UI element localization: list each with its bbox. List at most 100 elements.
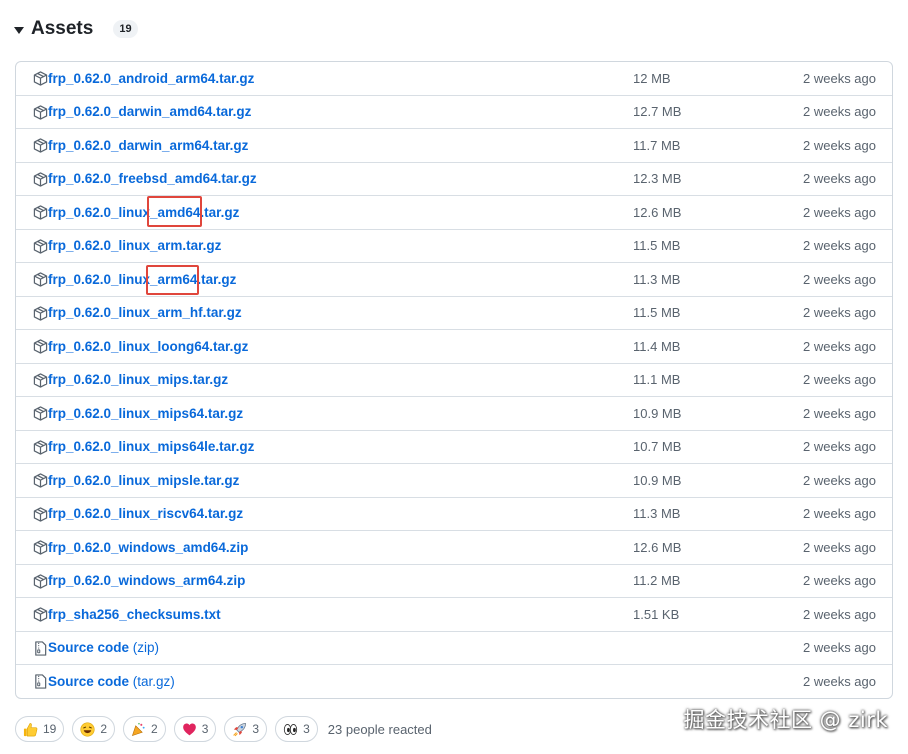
reaction-count: 3: [201, 722, 209, 736]
asset-download-link[interactable]: Source code (zip): [48, 640, 159, 655]
asset-size: 1.51 KB: [633, 606, 680, 622]
asset-updated-time: 2 weeks ago: [803, 405, 876, 421]
asset-row: frp_0.62.0_linux_amd64.tar.gz 12.6 MB 2 we…: [16, 196, 892, 230]
asset-name[interactable]: frp_0.62.0_linux_amd64.tar.gz: [48, 205, 239, 220]
asset-updated-time: 2 weeks ago: [803, 606, 876, 622]
asset-size: 12.6 MB: [633, 204, 682, 220]
reaction-button[interactable]: 3: [275, 716, 318, 742]
asset-row: frp_0.62.0_linux_loong64.tar.gz 11.4 MB 2 …: [16, 330, 892, 364]
reaction-button[interactable]: 3: [224, 716, 268, 742]
asset-row: frp_0.62.0_windows_arm64.zip 11.2 MB 2 wee…: [16, 565, 892, 598]
file-zip-icon: [33, 640, 48, 656]
asset-size: 12.7 MB: [633, 104, 682, 120]
asset-download-link[interactable]: frp_0.62.0_linux_mips.tar.gz: [48, 372, 228, 387]
asset-updated-time: 2 weeks ago: [803, 472, 876, 488]
asset-download-link[interactable]: Source code (tar.gz): [48, 674, 175, 689]
asset-updated-time: 2 weeks ago: [803, 204, 876, 220]
package-icon: [33, 607, 48, 622]
asset-name[interactable]: Source code: [48, 640, 129, 655]
asset-row: frp_0.62.0_linux_mips64le.tar.gz 10.7 MB 2…: [16, 431, 892, 464]
asset-download-link[interactable]: frp_0.62.0_linux_arm.tar.gz: [48, 238, 221, 253]
asset-updated-time: 2 weeks ago: [803, 539, 876, 555]
asset-name[interactable]: frp_0.62.0_windows_amd64.zip: [48, 540, 248, 555]
asset-name[interactable]: frp_0.62.0_darwin_amd64.tar.gz: [48, 104, 251, 119]
asset-updated-time: 2 weeks ago: [803, 506, 876, 522]
asset-name-suffix[interactable]: (tar.gz): [129, 674, 175, 689]
asset-download-link[interactable]: frp_0.62.0_android_arm64.tar.gz: [48, 71, 254, 86]
file-zip-icon: [33, 674, 48, 689]
hooray-icon: [131, 722, 146, 737]
asset-download-link[interactable]: frp_0.62.0_linux_loong64.tar.gz: [48, 339, 248, 354]
asset-download-link[interactable]: frp_0.62.0_linux_arm64.tar.gz: [48, 272, 236, 287]
asset-row: frp_0.62.0_windows_amd64.zip 12.6 MB 2 wee…: [16, 531, 892, 565]
asset-updated-time: 2 weeks ago: [803, 171, 876, 187]
asset-row: frp_0.62.0_darwin_amd64.tar.gz 12.7 MB 2 w…: [16, 96, 892, 129]
asset-updated-time: 2 weeks ago: [803, 372, 876, 388]
asset-name[interactable]: frp_0.62.0_linux_loong64.tar.gz: [48, 339, 248, 354]
package-icon: [33, 138, 48, 153]
asset-download-link[interactable]: frp_0.62.0_linux_arm_hf.tar.gz: [48, 305, 242, 320]
asset-updated-time: 2 weeks ago: [803, 104, 876, 120]
asset-name[interactable]: frp_0.62.0_linux_mipsle.tar.gz: [48, 473, 239, 488]
package-icon: [33, 272, 48, 287]
asset-name[interactable]: frp_0.62.0_linux_arm.tar.gz: [48, 238, 221, 253]
assets-title[interactable]: Assets: [31, 18, 93, 40]
asset-row: frp_0.62.0_linux_arm64.tar.gz 11.3 MB 2 we…: [16, 263, 892, 297]
asset-name[interactable]: Source code: [48, 674, 129, 689]
package-icon: [33, 71, 48, 86]
reaction-count: 2: [151, 722, 158, 736]
asset-name[interactable]: frp_0.62.0_linux_mips64le.tar.gz: [48, 439, 254, 454]
asset-name[interactable]: frp_0.62.0_darwin_arm64.tar.gz: [48, 138, 248, 153]
asset-download-link[interactable]: frp_sha256_checksums.txt: [48, 607, 221, 622]
assets-count-badge: 19: [113, 20, 138, 38]
asset-name[interactable]: frp_0.62.0_linux_riscv64.tar.gz: [48, 506, 243, 521]
asset-row: frp_0.62.0_android_arm64.tar.gz 12 MB 2 we…: [16, 62, 892, 96]
asset-download-link[interactable]: frp_0.62.0_linux_amd64.tar.gz: [48, 205, 239, 220]
asset-size: 11.1 MB: [633, 372, 681, 388]
asset-name[interactable]: frp_0.62.0_freebsd_amd64.tar.gz: [48, 171, 257, 186]
asset-row: frp_0.62.0_darwin_arm64.tar.gz 11.7 MB 2 w…: [16, 129, 892, 163]
asset-name[interactable]: frp_0.62.0_linux_mips64.tar.gz: [48, 406, 243, 421]
asset-row: frp_0.62.0_linux_mips.tar.gz 11.1 MB 2 wee…: [16, 364, 892, 397]
asset-updated-time: 2 weeks ago: [803, 439, 876, 455]
asset-download-link[interactable]: frp_0.62.0_linux_riscv64.tar.gz: [48, 506, 243, 521]
asset-download-link[interactable]: frp_0.62.0_freebsd_amd64.tar.gz: [48, 171, 257, 186]
asset-download-link[interactable]: frp_0.62.0_linux_mips64.tar.gz: [48, 406, 243, 421]
reaction-count: 3: [252, 722, 260, 736]
thumbs-up-icon: [23, 722, 38, 737]
rocket-icon: [232, 722, 247, 737]
assets-header[interactable]: Assets 19: [14, 18, 138, 40]
package-icon: [33, 305, 48, 321]
asset-row: frp_0.62.0_linux_arm_hf.tar.gz 11.5 MB 2 w…: [16, 297, 892, 330]
reaction-button[interactable]: 2: [123, 716, 166, 742]
asset-download-link[interactable]: frp_0.62.0_linux_mipsle.tar.gz: [48, 473, 239, 488]
asset-name[interactable]: frp_0.62.0_linux_mips.tar.gz: [48, 372, 228, 387]
asset-updated-time: 2 weeks ago: [803, 137, 876, 153]
asset-size: 11.3 MB: [633, 271, 681, 287]
asset-download-link[interactable]: frp_0.62.0_windows_arm64.zip: [48, 573, 245, 588]
reaction-count: 2: [100, 722, 108, 736]
asset-name[interactable]: frp_0.62.0_linux_arm_hf.tar.gz: [48, 305, 242, 320]
asset-download-link[interactable]: frp_0.62.0_windows_amd64.zip: [48, 540, 248, 555]
asset-name[interactable]: frp_0.62.0_windows_arm64.zip: [48, 573, 245, 588]
asset-download-link[interactable]: frp_0.62.0_darwin_arm64.tar.gz: [48, 138, 248, 153]
asset-name[interactable]: frp_0.62.0_linux_arm64.tar.gz: [48, 272, 236, 287]
caret-down-icon[interactable]: [14, 26, 24, 34]
asset-name[interactable]: frp_sha256_checksums.txt: [48, 607, 221, 622]
package-icon: [33, 238, 48, 254]
asset-download-link[interactable]: frp_0.62.0_linux_mips64le.tar.gz: [48, 439, 254, 454]
reaction-button[interactable]: 3: [173, 716, 217, 742]
package-icon: [33, 339, 48, 354]
asset-name[interactable]: frp_0.62.0_android_arm64.tar.gz: [48, 71, 254, 86]
reaction-button[interactable]: 19: [15, 716, 65, 742]
asset-size: 12 MB: [633, 70, 671, 86]
reacted-summary[interactable]: 23 people reacted: [328, 722, 432, 737]
asset-download-link[interactable]: frp_0.62.0_darwin_amd64.tar.gz: [48, 104, 251, 119]
asset-size: 11.5 MB: [633, 305, 681, 321]
asset-updated-time: 2 weeks ago: [803, 70, 876, 86]
asset-name-suffix[interactable]: (zip): [129, 640, 159, 655]
asset-row: frp_0.62.0_linux_mipsle.tar.gz 10.9 MB 2 w…: [16, 464, 892, 498]
eyes-icon: [283, 722, 298, 737]
reaction-button[interactable]: 2: [72, 716, 116, 742]
package-icon: [33, 573, 48, 589]
